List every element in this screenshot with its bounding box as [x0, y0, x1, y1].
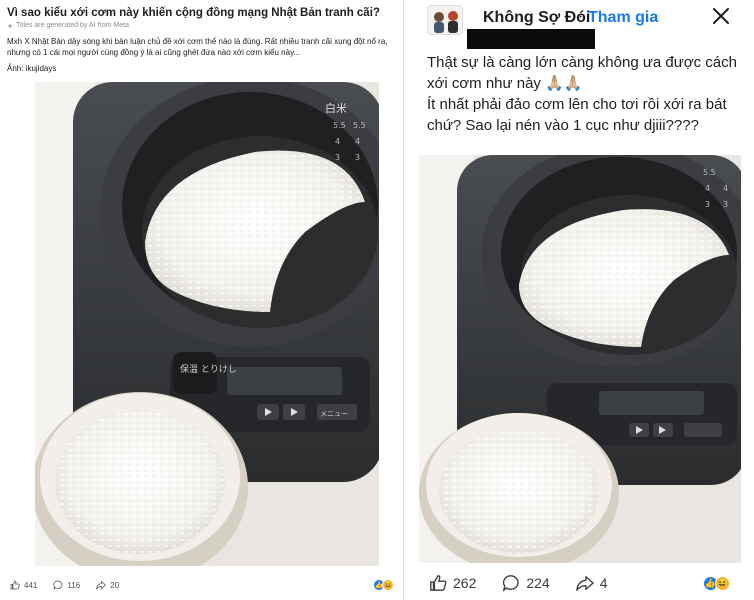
right-post-footer: 262 224 4 👍 😆 [405, 566, 754, 600]
close-x-icon[interactable] [711, 6, 731, 26]
svg-text:3: 3 [723, 200, 728, 209]
photo-credit: Ảnh: ikujidays [7, 64, 57, 73]
rice-cooker-illustration: 5.5 4 4 3 3 [419, 155, 741, 563]
cooker-label: 白米 [325, 101, 347, 115]
haha-reaction-icon: 😆 [382, 579, 394, 591]
reaction-summary[interactable]: 👍 😆 [373, 579, 394, 591]
redacted-block [467, 29, 595, 49]
comment-stat[interactable]: 116 [53, 580, 80, 590]
share-stat[interactable]: 4 [575, 574, 608, 592]
svg-text:5.5: 5.5 [333, 121, 346, 130]
ai-title-note: Titles are generated by AI from Meta [7, 22, 129, 29]
svg-text:5.5: 5.5 [353, 121, 366, 130]
ai-note-text: Titles are generated by AI from Meta [16, 22, 129, 29]
like-count: 262 [453, 575, 477, 591]
svg-text:3: 3 [355, 153, 360, 162]
comment-bubble-icon [53, 580, 63, 590]
screenshot-composite: Vì sao kiểu xới cơm này khiến cộng đồng … [0, 0, 754, 600]
rice-cooker-photo[interactable]: 白米 5.5 5.5 4 4 3 3 保温 とりけし メニュー [35, 82, 379, 566]
join-button[interactable]: Tham gia [588, 9, 658, 27]
left-post: Vì sao kiểu xới cơm này khiến cộng đồng … [0, 0, 404, 600]
like-stat[interactable]: 262 [429, 574, 476, 592]
left-post-footer: 441 116 20 👍 😆 [0, 570, 404, 600]
svg-text:4: 4 [705, 184, 710, 193]
share-count: 4 [599, 575, 608, 591]
avatar-illustration [434, 11, 458, 33]
page-name[interactable]: Không Sợ Đói [483, 9, 590, 27]
like-count: 441 [24, 580, 38, 590]
svg-text:5.5: 5.5 [703, 168, 716, 177]
comment-count: 224 [526, 575, 550, 591]
share-stat[interactable]: 20 [96, 580, 119, 590]
rice-cooker-illustration: 白米 5.5 5.5 4 4 3 3 保温 とりけし メニュー [35, 82, 379, 566]
thumbs-up-icon [430, 575, 447, 591]
svg-text:3: 3 [335, 153, 340, 162]
right-post: Không Sợ Đói · Tham gia Thật sự là càng … [405, 0, 754, 600]
like-stat[interactable]: 441 [10, 580, 37, 590]
comment-bubble-icon [503, 575, 520, 592]
share-count: 20 [110, 580, 120, 590]
post-description: Mxh X Nhật Bản dậy sóng khi bàn luận chủ… [7, 37, 388, 57]
reaction-summary[interactable]: 👍 😆 [703, 575, 730, 591]
comment-stat[interactable]: 224 [502, 574, 550, 592]
separator-dot: · [578, 8, 584, 25]
post-body-text: Thật sự là càng lớn càng không ưa được c… [427, 52, 745, 136]
cooker-menu-button-label: メニュー [320, 410, 348, 418]
share-arrow-icon [96, 581, 106, 590]
share-arrow-icon [575, 576, 594, 591]
svg-text:4: 4 [723, 184, 728, 193]
svg-text:4: 4 [355, 137, 360, 146]
svg-text:4: 4 [335, 137, 340, 146]
rice-cooker-photo[interactable]: 5.5 4 4 3 3 [419, 155, 741, 563]
thumbs-up-icon [10, 580, 20, 590]
haha-reaction-icon: 😆 [715, 575, 730, 591]
svg-text:3: 3 [705, 200, 710, 209]
sparkle-icon [7, 22, 13, 29]
cooker-panel-label: 保温 とりけし [180, 363, 237, 375]
post-body-content: Thật sự là càng lớn càng không ưa được c… [427, 54, 737, 134]
page-avatar[interactable] [427, 5, 463, 35]
post-headline[interactable]: Vì sao kiểu xới cơm này khiến cộng đồng … [7, 6, 397, 20]
comment-count: 116 [67, 580, 81, 590]
